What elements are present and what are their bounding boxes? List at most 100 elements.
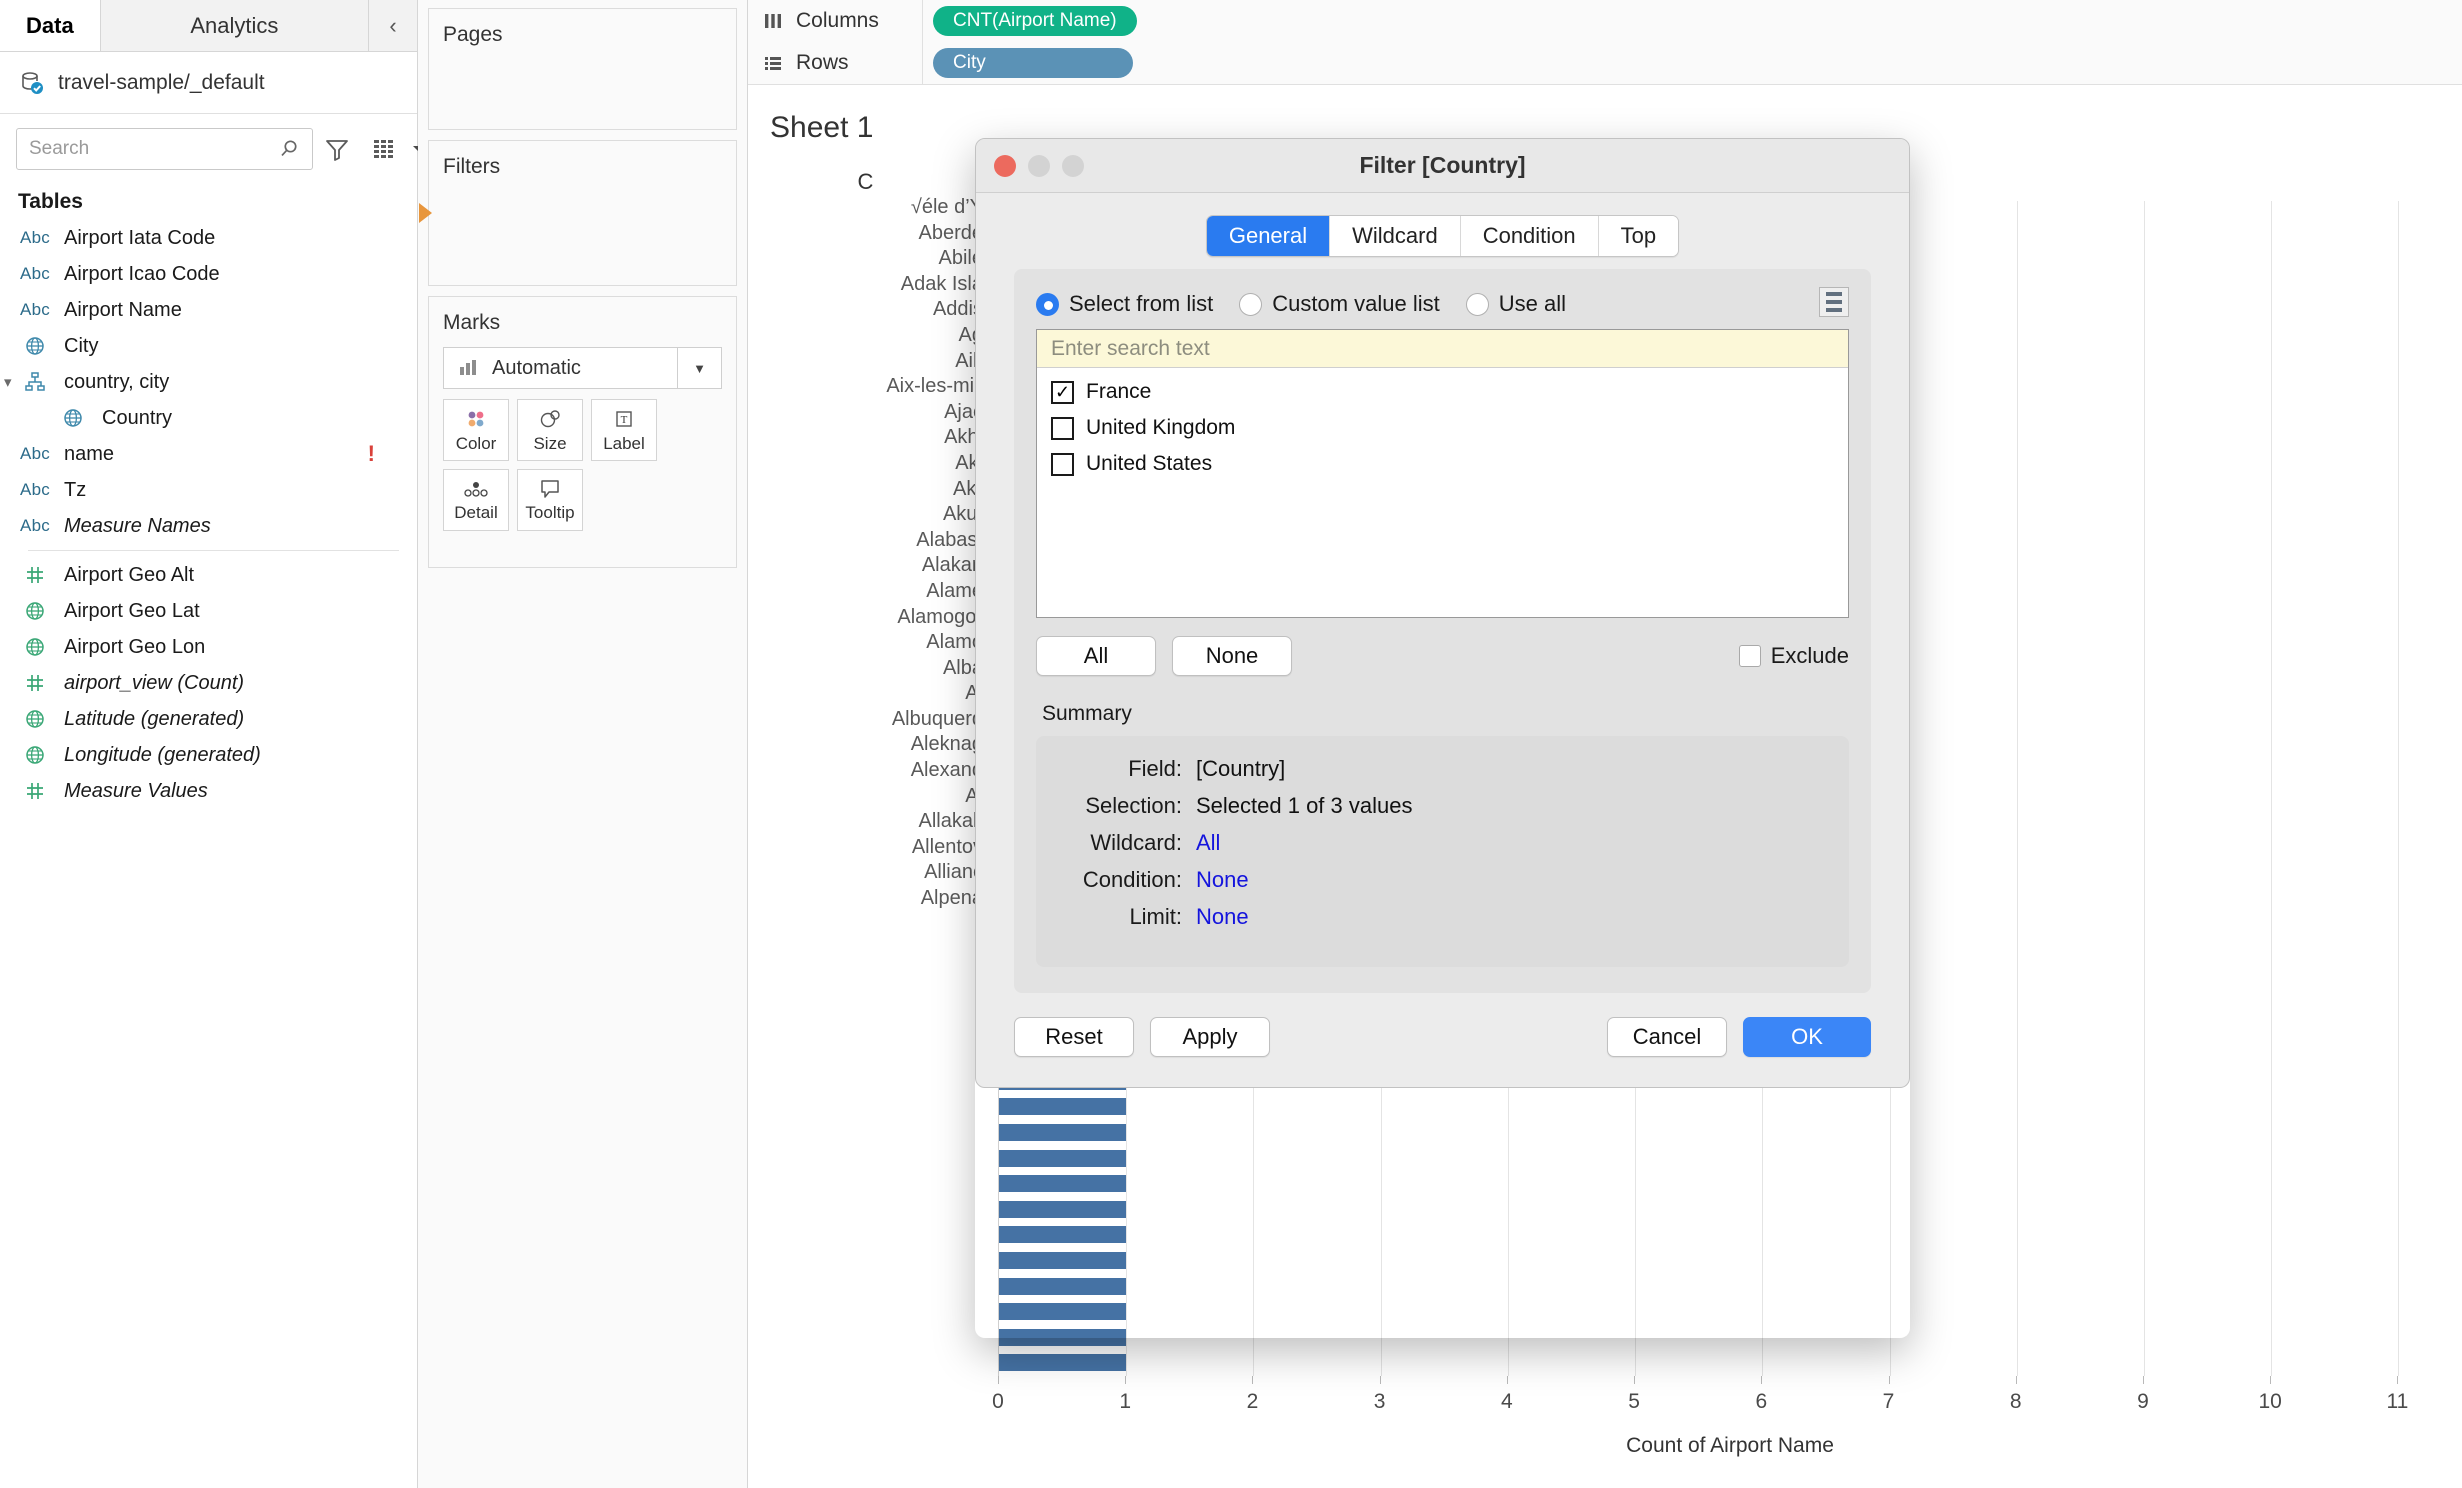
row-header-item[interactable]: Alpena [748,886,983,912]
bar-mark[interactable] [999,1328,1127,1346]
bar-mark[interactable] [999,1175,1127,1193]
checkbox-united-states[interactable] [1051,452,1074,476]
sheet-title[interactable]: Sheet 1 [748,85,2462,145]
list-search-row[interactable] [1037,330,1848,368]
pages-shelf[interactable]: Pages [428,8,737,130]
field-name[interactable]: Abc name ! [0,436,417,472]
field-airport-icao-code[interactable]: Abc Airport Icao Code [0,256,417,292]
columns-shelf[interactable]: Columns CNT(Airport Name) [748,0,2462,42]
marks-label-button[interactable]: T Label [591,399,657,461]
row-header-item[interactable]: Allentov [748,835,983,861]
tab-wildcard[interactable]: Wildcard [1330,216,1461,256]
none-button[interactable]: None [1172,636,1292,676]
row-header-item[interactable]: Alexand [748,758,983,784]
field-airport-geo-alt[interactable]: Airport Geo Alt [0,557,417,593]
radio-select-from-list[interactable] [1036,292,1059,316]
bar-mark[interactable] [999,1277,1127,1295]
apply-button[interactable]: Apply [1150,1017,1270,1057]
bar-mark[interactable] [999,1124,1127,1141]
ok-button[interactable]: OK [1743,1017,1871,1057]
row-header-item[interactable]: Allianc [748,860,983,886]
all-button[interactable]: All [1036,636,1156,676]
field-latitude-generated[interactable]: Latitude (generated) [0,701,417,737]
row-header-item[interactable]: Alamo [748,630,983,656]
bar-mark[interactable] [999,1098,1127,1116]
row-header-item[interactable]: Addis [748,297,983,323]
field-airport-geo-lon[interactable]: Airport Geo Lon [0,629,417,665]
exclude-group[interactable]: Exclude [1738,643,1849,669]
search-input[interactable] [27,137,276,161]
field-measure-names[interactable]: Abc Measure Names [0,508,417,544]
marks-tooltip-button[interactable]: Tooltip [517,469,583,531]
marks-size-button[interactable]: Size [517,399,583,461]
value-item-united-kingdom[interactable]: United Kingdom [1037,410,1848,446]
row-header-item[interactable]: Aleknag [748,732,983,758]
field-city[interactable]: City [0,328,417,364]
field-airport-name[interactable]: Abc Airport Name [0,292,417,328]
checkbox-france[interactable]: ✓ [1051,380,1074,404]
reset-button[interactable]: Reset [1014,1017,1134,1057]
field-airport-geo-lat[interactable]: Airport Geo Lat [0,593,417,629]
row-header-item[interactable]: Alamogor [748,605,983,631]
row-header-item[interactable]: Alabast [748,528,983,554]
search-box[interactable] [16,128,313,170]
checkbox-exclude[interactable] [1738,645,1761,667]
row-header-item[interactable]: Aberde [748,221,984,247]
row-header-item[interactable]: Aik [748,349,983,375]
filters-shelf[interactable]: Filters [419,140,737,286]
row-header-item[interactable]: Aki [748,451,983,477]
bar-mark[interactable] [999,1149,1127,1167]
filter-funnel-icon[interactable] [323,132,351,166]
row-header-item[interactable]: Alame [748,579,983,605]
row-header-item[interactable]: Alba [748,656,983,682]
row-header-item[interactable]: Alakan [748,553,983,579]
chevron-down-icon[interactable]: ▾ [4,373,12,391]
bar-mark[interactable] [999,1354,1127,1372]
field-tz[interactable]: Abc Tz [0,472,417,508]
row-header-item[interactable]: Akut [748,502,983,528]
field-country-city-hierarchy[interactable]: ▾ country, city [0,364,417,400]
datasource-row[interactable]: travel-sample/_default [0,52,417,114]
marks-color-button[interactable]: Color [443,399,509,461]
row-header-item[interactable]: Akr [748,477,983,503]
bar-mark[interactable] [999,1226,1127,1244]
mark-type-dropdown-button[interactable]: ▼ [677,348,721,388]
field-measure-values[interactable]: Measure Values [0,773,417,809]
tab-analytics[interactable]: Analytics [99,0,369,51]
row-header-item[interactable]: √éle d’Y [748,195,983,221]
summary-value-link[interactable]: None [1196,867,1249,893]
mark-type-selector[interactable]: Automatic ▼ [443,347,722,389]
pill-cnt-airport-name[interactable]: CNT(Airport Name) [933,6,1137,36]
columns-drop-zone[interactable]: CNT(Airport Name) [923,0,2462,42]
row-header-item[interactable]: Aix-les-mill [748,374,983,400]
row-header-item[interactable]: Ajac [748,400,983,426]
row-header-item[interactable]: Ag [748,323,983,349]
bar-mark[interactable] [999,1252,1127,1269]
rows-shelf[interactable]: Rows City [748,42,2462,84]
row-header-item[interactable]: Al [748,784,983,810]
radio-custom-value-list[interactable] [1239,292,1263,316]
cancel-button[interactable]: Cancel [1607,1017,1727,1057]
pill-city[interactable]: City [933,48,1133,78]
tab-top[interactable]: Top [1598,216,1679,256]
row-header-item[interactable]: Abile [748,246,983,272]
field-country[interactable]: Country [0,400,417,436]
radio-use-all[interactable] [1465,292,1489,316]
row-header-item[interactable]: Akhi [748,425,983,451]
tab-condition[interactable]: Condition [1460,216,1599,256]
collapse-pane-button[interactable]: ‹ [369,0,417,51]
grid-view-icon[interactable] [371,132,399,166]
marks-detail-button[interactable]: Detail [443,469,509,531]
field-airport-view-count[interactable]: airport_view (Count) [0,665,417,701]
rows-drop-zone[interactable]: City [923,42,2462,84]
tab-general[interactable]: General [1206,216,1331,256]
summary-value-link[interactable]: All [1196,830,1220,856]
list-search-input[interactable] [1049,335,1836,362]
bar-mark[interactable] [999,1303,1127,1321]
tab-data[interactable]: Data [0,0,100,51]
field-longitude-generated[interactable]: Longitude (generated) [0,737,417,773]
row-header-item[interactable]: Allakak [748,809,983,835]
bar-mark[interactable] [999,1200,1127,1218]
field-airport-iata-code[interactable]: Abc Airport Iata Code [0,220,417,256]
row-header-item[interactable]: Albuquerq [748,707,983,733]
